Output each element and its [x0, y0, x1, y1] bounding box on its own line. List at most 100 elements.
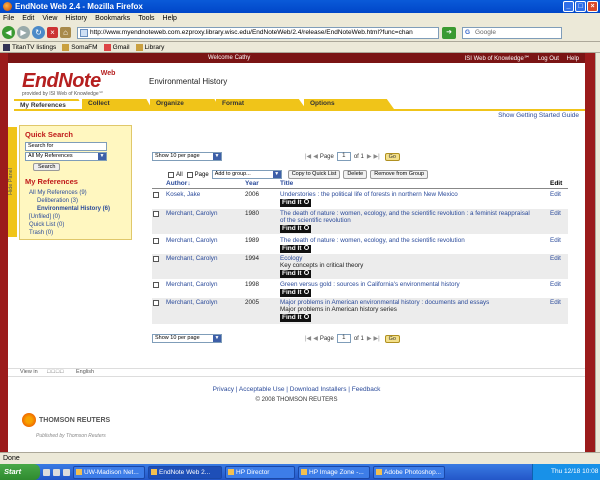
maximize-icon[interactable]: □ — [575, 1, 586, 12]
language-options[interactable]: □□□□ — [47, 369, 64, 375]
find-it-button[interactable]: Find It — [280, 270, 311, 278]
find-it-button[interactable]: Find It — [280, 245, 311, 253]
row-checkbox[interactable] — [153, 282, 159, 288]
delete-button[interactable]: Delete — [343, 170, 368, 179]
first-page-icon[interactable]: |◀ — [305, 153, 311, 160]
tab-collect[interactable]: Collect — [82, 99, 152, 109]
go-button[interactable]: Go — [384, 152, 400, 161]
task-endnote-web[interactable]: EndNote Web 2... — [148, 465, 222, 479]
task-hp-image-zone[interactable]: HP Image Zone -... — [298, 465, 370, 479]
select-page-checkbox[interactable] — [186, 171, 193, 178]
page-number-input[interactable]: 1 — [336, 334, 351, 343]
add-to-group-select[interactable]: Add to group... ▼ — [211, 170, 282, 179]
prev-page-icon[interactable]: ◀ — [313, 335, 318, 342]
row-author[interactable]: Merchant, Carolyn — [166, 255, 217, 262]
quicklaunch-icon[interactable] — [43, 468, 50, 476]
bookmark-gmail[interactable]: Gmail — [103, 43, 130, 51]
column-author[interactable]: Author↓ — [166, 180, 191, 187]
menu-history[interactable]: History — [65, 15, 87, 22]
column-title[interactable]: Title — [280, 180, 293, 187]
quicklaunch-icon[interactable] — [63, 468, 70, 476]
first-page-icon[interactable]: |◀ — [305, 335, 311, 342]
task-uw-madison[interactable]: UW-Madison Net... — [73, 465, 145, 479]
home-icon[interactable]: ⌂ — [60, 27, 71, 38]
row-title[interactable]: The death of nature : women, ecology, an… — [280, 210, 530, 224]
page-scrollbar[interactable] — [595, 53, 600, 452]
row-title[interactable]: Major problems in American environmental… — [280, 299, 489, 306]
forward-icon[interactable]: ▶ — [17, 26, 30, 39]
row-author[interactable]: Merchant, Carolyn — [166, 237, 217, 244]
quicklaunch-icon[interactable] — [53, 468, 60, 476]
copy-quick-list-button[interactable]: Copy to Quick List — [287, 170, 341, 179]
isi-link[interactable]: ISI Web of Knowledge℠ — [465, 56, 530, 62]
bookmark-titantv[interactable]: TitanTV listings — [3, 43, 56, 51]
row-author[interactable]: Merchant, Carolyn — [166, 299, 217, 306]
find-it-button[interactable]: Find It — [280, 289, 311, 297]
find-it-button[interactable]: Find It — [280, 199, 311, 207]
column-year[interactable]: Year — [245, 180, 259, 187]
menu-tools[interactable]: Tools — [138, 15, 154, 22]
task-adobe-photoshop[interactable]: Adobe Photoshop... — [373, 465, 445, 479]
row-title[interactable]: Green versus gold : sources in Californi… — [280, 281, 460, 288]
language-english[interactable]: English — [76, 369, 94, 375]
row-author[interactable]: Merchant, Carolyn — [166, 210, 217, 217]
hide-panel-tab[interactable]: Hide Panel — [8, 127, 17, 237]
row-edit-link[interactable]: Edit — [550, 299, 561, 306]
next-page-icon[interactable]: ▶ — [367, 153, 372, 160]
row-edit-link[interactable]: Edit — [550, 210, 561, 217]
help-link[interactable]: Help — [567, 56, 579, 62]
url-bar[interactable]: http://www.myendnoteweb.com.ezproxy.libr… — [77, 26, 439, 39]
quick-search-input[interactable]: Search for — [25, 142, 107, 151]
per-page-select-top[interactable]: Show 10 per page ▼ — [152, 152, 222, 161]
per-page-select-bottom[interactable]: Show 10 per page ▼ — [152, 334, 222, 343]
row-author[interactable]: Merchant, Carolyn — [166, 281, 217, 288]
window-title-bar[interactable]: EndNote Web 2.4 - Mozilla Firefox _ □ × — [0, 0, 600, 13]
row-checkbox[interactable] — [153, 300, 159, 306]
bookmark-somafm[interactable]: SomaFM — [62, 43, 98, 51]
web-search-input[interactable]: G Google — [462, 26, 562, 39]
endnote-logo[interactable]: EndNoteWeb provided by ISI Web of Knowle… — [22, 70, 115, 97]
logout-link[interactable]: Log Out — [538, 56, 559, 62]
menu-edit[interactable]: Edit — [22, 15, 34, 22]
row-checkbox[interactable] — [153, 238, 159, 244]
clock[interactable]: Thu 12/18 10:08 — [551, 468, 598, 475]
menu-bookmarks[interactable]: Bookmarks — [95, 15, 130, 22]
find-it-button[interactable]: Find It — [280, 225, 311, 233]
tab-options[interactable]: Options — [304, 99, 394, 109]
row-edit-link[interactable]: Edit — [550, 255, 561, 262]
select-all-checkbox[interactable] — [168, 171, 174, 178]
footer-links[interactable]: Privacy | Acceptable Use | Download Inst… — [8, 386, 585, 393]
row-edit-link[interactable]: Edit — [550, 191, 561, 198]
sidebar-item-unfiled[interactable]: [Unfiled] (0) — [29, 213, 126, 221]
remove-from-group-button[interactable]: Remove from Group — [370, 170, 429, 179]
search-scope-select[interactable]: All My References ▼ — [25, 152, 107, 161]
row-edit-link[interactable]: Edit — [550, 237, 561, 244]
reload-icon[interactable]: ↻ — [32, 26, 45, 39]
menu-help[interactable]: Help — [163, 15, 177, 22]
tab-organize[interactable]: Organize — [150, 99, 220, 109]
back-icon[interactable]: ◀ — [2, 26, 15, 39]
sidebar-item-all[interactable]: All My References (9) — [29, 189, 126, 197]
sidebar-item-deliberation[interactable]: Deliberation (3) — [37, 197, 126, 205]
close-icon[interactable]: × — [587, 1, 598, 12]
row-checkbox[interactable] — [153, 192, 159, 198]
start-button[interactable]: Start — [0, 464, 40, 480]
go-button[interactable]: Go — [384, 334, 400, 343]
sidebar-item-trash[interactable]: Trash (0) — [29, 229, 126, 237]
row-edit-link[interactable]: Edit — [550, 281, 561, 288]
sidebar-item-quick-list[interactable]: Quick List (0) — [29, 221, 126, 229]
page-number-input[interactable]: 1 — [336, 152, 351, 161]
bookmark-library[interactable]: Library — [135, 43, 164, 51]
row-title[interactable]: Ecology — [280, 255, 302, 262]
row-title[interactable]: Understories : the political life of for… — [280, 191, 458, 198]
tab-format[interactable]: Format — [216, 99, 306, 109]
tab-my-references[interactable]: My References — [14, 99, 84, 109]
getting-started-link[interactable]: Show Getting Started Guide — [498, 112, 579, 119]
menu-file[interactable]: File — [3, 15, 14, 22]
last-page-icon[interactable]: ▶| — [373, 153, 379, 160]
minimize-icon[interactable]: _ — [563, 1, 574, 12]
menu-view[interactable]: View — [42, 15, 57, 22]
task-hp-director[interactable]: HP Director — [225, 465, 295, 479]
next-page-icon[interactable]: ▶ — [367, 335, 372, 342]
row-title[interactable]: The death of nature : women, ecology, an… — [280, 237, 465, 244]
